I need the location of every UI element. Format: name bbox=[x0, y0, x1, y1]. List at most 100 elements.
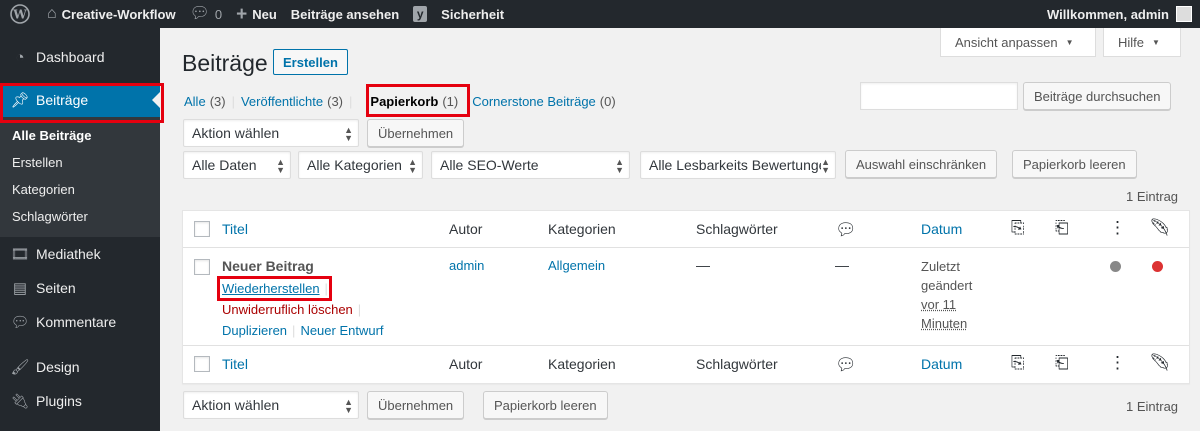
seo-filter-select[interactable]: Alle SEO-Werte ▲ ▼ bbox=[431, 151, 630, 179]
empty-trash-button-bottom[interactable]: Papierkorb leeren bbox=[483, 391, 608, 419]
delete-permanently-link[interactable]: Unwiderruflich löschen bbox=[222, 302, 353, 317]
menu-label: Design bbox=[36, 359, 80, 375]
date-filter-select[interactable]: Alle Daten ▲ ▼ bbox=[183, 151, 291, 179]
select-all-checkbox-footer[interactable] bbox=[194, 356, 210, 372]
security-menu[interactable]: Sicherheit bbox=[434, 0, 511, 28]
search-posts-button[interactable]: Beiträge durchsuchen bbox=[1023, 82, 1172, 110]
view-cornerstone[interactable]: Cornerstone Beiträge bbox=[472, 94, 596, 109]
submenu-all-posts[interactable]: Alle Beiträge bbox=[0, 122, 160, 149]
new-draft-link[interactable]: Neuer Entwurf bbox=[300, 323, 383, 338]
screen-options-button[interactable]: Ansicht anpassen ▼ bbox=[940, 28, 1096, 57]
seo-score-icon[interactable]: ⋮ bbox=[1109, 219, 1126, 236]
separator: | bbox=[231, 94, 235, 109]
post-author-link[interactable]: admin bbox=[449, 258, 484, 273]
my-account-menu[interactable]: Willkommen, admin bbox=[1047, 0, 1200, 28]
comments-count: 0 bbox=[214, 6, 223, 22]
bulk-action-select-bottom[interactable]: Aktion wählen ▲ ▼ bbox=[183, 391, 359, 419]
yoast-icon: y bbox=[413, 6, 428, 22]
comment-column-icon: 💬︎ bbox=[835, 355, 857, 374]
menu-label: Plugins bbox=[36, 393, 82, 409]
seo-score-icon[interactable]: ⋮ bbox=[1109, 354, 1126, 371]
column-date-sortable[interactable]: Datum bbox=[921, 221, 962, 237]
apply-button-bottom[interactable]: Übernehmen bbox=[367, 391, 465, 419]
apply-button-top[interactable]: Übernehmen bbox=[367, 119, 465, 147]
new-label: Neu bbox=[252, 6, 277, 22]
post-category-link[interactable]: Allgemein bbox=[548, 258, 605, 273]
menu-comments[interactable]: 💬︎ Kommentare bbox=[0, 305, 160, 339]
submenu-tags[interactable]: Schlagwörter bbox=[0, 203, 160, 230]
view-count: (0) bbox=[599, 94, 616, 109]
column-title-sortable[interactable]: Titel bbox=[222, 221, 248, 237]
readability-score-icon[interactable]: 🪶︎ bbox=[1149, 219, 1171, 236]
view-count: (1) bbox=[442, 94, 459, 109]
readability-filter-select[interactable]: Alle Lesbarkeits Bewertungen ▲ ▼ bbox=[640, 151, 836, 179]
help-label: Hilfe bbox=[1118, 34, 1145, 50]
pages-icon: ▤ bbox=[12, 280, 28, 297]
view-all[interactable]: Alle bbox=[184, 94, 206, 109]
select-all-checkbox[interactable] bbox=[194, 221, 210, 237]
menu-design[interactable]: 🖌︎ Design bbox=[0, 350, 160, 384]
view-count: (3) bbox=[209, 94, 226, 109]
admin-bar: W ⌂ Creative-Workflow 💬︎ 0 + Neu Beiträg… bbox=[0, 0, 1200, 28]
row-checkbox[interactable] bbox=[194, 259, 210, 275]
incoming-links-icon[interactable]: ⎘ bbox=[1011, 219, 1025, 236]
column-date-sortable-footer[interactable]: Datum bbox=[921, 356, 962, 372]
menu-posts[interactable]: 📌︎ Beiträge bbox=[0, 83, 160, 117]
select-arrows-icon: ▲ ▼ bbox=[408, 157, 417, 175]
duplicate-link[interactable]: Duplizieren bbox=[222, 323, 287, 338]
separator: | bbox=[357, 302, 362, 317]
incoming-links-icon[interactable]: ⎘ bbox=[1011, 354, 1025, 371]
view-posts-link[interactable]: Beiträge ansehen bbox=[284, 0, 406, 28]
posts-table: Titel Autor Kategorien Schlagwörter 💬︎ D… bbox=[182, 210, 1190, 384]
add-new-button[interactable]: Erstellen bbox=[273, 49, 348, 75]
view-published[interactable]: Veröffentlichte bbox=[241, 94, 323, 109]
caret-down-icon: ▼ bbox=[1065, 37, 1074, 47]
outgoing-links-icon[interactable]: ⎗ bbox=[1055, 219, 1069, 236]
menu-media[interactable]: 🎞︎ Mediathek bbox=[0, 237, 160, 271]
readability-score-dot bbox=[1152, 261, 1163, 272]
page-title: Beiträge bbox=[182, 50, 268, 76]
menu-dashboard[interactable]: ◔ Dashboard bbox=[0, 40, 160, 74]
view-trash[interactable]: Papierkorb bbox=[370, 94, 438, 109]
submenu-categories[interactable]: Kategorien bbox=[0, 176, 160, 203]
paintbrush-icon: 🖌︎ bbox=[10, 359, 30, 376]
outgoing-links-icon[interactable]: ⎗ bbox=[1055, 354, 1069, 371]
post-date: Zuletzt geändert vor 11 Minuten bbox=[921, 257, 972, 333]
main-content: Ansicht anpassen ▼ Hilfe ▼ Beiträge Erst… bbox=[160, 28, 1200, 431]
new-content-menu[interactable]: + Neu bbox=[229, 0, 284, 28]
select-value: Aktion wählen bbox=[192, 125, 280, 141]
separator: | bbox=[324, 281, 328, 296]
svg-text:W: W bbox=[12, 8, 27, 22]
site-name-link[interactable]: ⌂ Creative-Workflow bbox=[40, 0, 183, 28]
admin-sidebar: ◔ Dashboard 📌︎ Beiträge Alle Beiträge Er… bbox=[0, 28, 160, 431]
caret-down-icon: ▼ bbox=[1152, 37, 1160, 47]
readability-score-icon[interactable]: 🪶︎ bbox=[1149, 354, 1171, 371]
security-label: Sicherheit bbox=[441, 6, 505, 22]
help-button[interactable]: Hilfe ▼ bbox=[1103, 28, 1181, 57]
column-tags-footer: Schlagwörter bbox=[696, 356, 778, 372]
submenu-add-new[interactable]: Erstellen bbox=[0, 149, 160, 176]
post-status-views: Alle (3) | Veröffentlichte (3) | Papierk… bbox=[184, 94, 616, 109]
item-count-top: 1 Eintrag bbox=[1126, 189, 1179, 204]
category-filter-select[interactable]: Alle Kategorien ▲ ▼ bbox=[298, 151, 423, 179]
restore-link[interactable]: Wiederherstellen bbox=[222, 281, 320, 296]
bulk-action-select-top[interactable]: Aktion wählen ▲ ▼ bbox=[183, 119, 359, 147]
filter-button[interactable]: Auswahl einschränken bbox=[845, 150, 998, 178]
menu-pages[interactable]: ▤ Seiten bbox=[0, 271, 160, 305]
empty-trash-button-top[interactable]: Papierkorb leeren bbox=[1012, 150, 1137, 178]
menu-label: Mediathek bbox=[36, 246, 101, 262]
column-categories-footer: Kategorien bbox=[548, 356, 616, 372]
yoast-seo-menu[interactable]: y bbox=[406, 0, 434, 28]
select-value: Alle Kategorien bbox=[307, 157, 402, 173]
menu-plugins[interactable]: 🔌︎ Plugins bbox=[0, 384, 160, 418]
date-line: Minuten bbox=[921, 316, 968, 331]
column-categories: Kategorien bbox=[548, 221, 616, 237]
table-header-row: Titel Autor Kategorien Schlagwörter 💬︎ D… bbox=[183, 211, 1189, 248]
search-input[interactable] bbox=[860, 82, 1018, 110]
view-count: (3) bbox=[327, 94, 344, 109]
comments-link[interactable]: 💬︎ 0 bbox=[183, 0, 230, 28]
separator: | bbox=[292, 323, 296, 338]
wordpress-logo-icon[interactable]: W bbox=[0, 0, 40, 28]
column-title-sortable-footer[interactable]: Titel bbox=[222, 356, 248, 372]
plus-icon: + bbox=[236, 3, 248, 25]
